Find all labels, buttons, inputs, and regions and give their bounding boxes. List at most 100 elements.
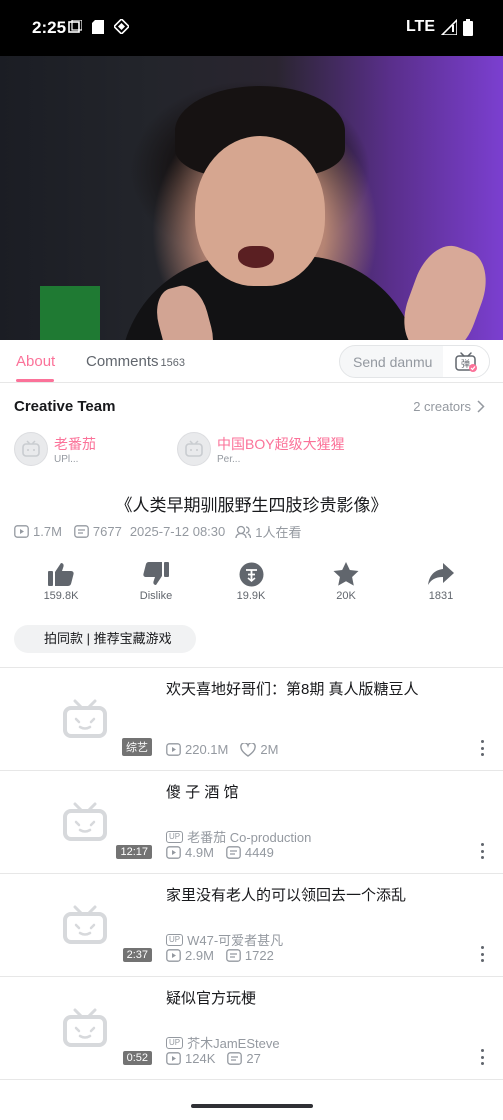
view-count: 4.9M	[185, 845, 214, 860]
related-video-title: 疑似官方玩梗	[166, 990, 257, 1007]
avatar	[14, 432, 48, 466]
danmaku-count: 7677	[92, 524, 122, 539]
related-video-title: 傻 子 酒 馆	[166, 784, 239, 801]
up-tag-icon: UP	[166, 1036, 184, 1049]
chevron-right-icon	[477, 400, 485, 413]
video-person-mouth	[238, 246, 274, 268]
action-row: 159.8K Dislike 19.9K 20K 1831	[0, 560, 503, 608]
related-video-item[interactable]: 2:37 家里没有老人的可以领回去一个添乱 UP W47-可爱者甚凡 2.9M …	[0, 874, 503, 977]
favorite-count: 20K	[336, 590, 356, 602]
gesture-nav-bar[interactable]	[191, 1104, 313, 1108]
publish-date: 2025-7-12 08:30	[129, 524, 226, 539]
uploader-name: 老番茄 Co-production	[187, 830, 312, 845]
like-count: 2M	[260, 742, 279, 757]
related-video-stats: 4.9M 4449	[166, 845, 274, 860]
thumbs-down-icon	[143, 562, 169, 585]
creator-role: UPl...	[54, 454, 79, 465]
uploader-name: W47-可爱者甚凡	[187, 933, 284, 948]
creator-role: Per...	[217, 454, 241, 465]
related-video-item[interactable]: 12:17 傻 子 酒 馆 UP 老番茄 Co-production 4.9M …	[0, 771, 503, 874]
duration-badge: 2:37	[122, 948, 152, 962]
related-video-stats: 220.1M 2M	[166, 742, 278, 757]
sd-card-icon	[92, 19, 104, 34]
coin-icon	[239, 562, 263, 586]
watching-count: 1人在看	[255, 525, 302, 540]
related-video-uploader[interactable]: UP W47-可爱者甚凡	[166, 930, 283, 949]
tab-active-indicator	[16, 379, 54, 382]
screen-icon	[68, 19, 82, 33]
placeholder-tv-icon	[63, 905, 107, 944]
heart-icon	[240, 742, 257, 757]
related-video-item[interactable]: 综艺 欢天喜地好哥们：第8期 真人版糖豆人 220.1M 2M	[0, 668, 503, 771]
danmu-tv-icon: 弹	[455, 351, 477, 372]
danmu-toggle-button[interactable]: 弹	[443, 346, 489, 377]
video-thumbnail[interactable]: 2:37	[14, 884, 156, 966]
danmaku-icon	[74, 525, 89, 538]
star-icon	[333, 561, 359, 586]
video-thumbnail[interactable]: 综艺	[14, 678, 156, 760]
share-button[interactable]: 1831	[401, 560, 481, 602]
signal-icon	[441, 19, 457, 35]
up-tag-icon: UP	[166, 830, 184, 843]
creative-team-title: Creative Team	[14, 398, 116, 415]
svg-text:弹: 弹	[461, 358, 470, 370]
duration-badge: 0:52	[122, 1051, 152, 1065]
battery-icon	[463, 18, 473, 36]
favorite-button[interactable]: 20K	[306, 560, 386, 602]
like-button[interactable]: 159.8K	[21, 560, 101, 602]
video-player[interactable]	[0, 56, 503, 340]
creators-count-link[interactable]: 2 creators	[413, 399, 485, 414]
play-count-icon	[166, 743, 181, 756]
play-count-icon	[166, 846, 181, 859]
related-video-stats: 2.9M 1722	[166, 948, 274, 963]
view-count: 124K	[185, 1051, 216, 1066]
related-video-uploader[interactable]: UP 芥木JamESteve	[166, 1033, 280, 1052]
danmaku-count: 27	[246, 1051, 261, 1066]
related-video-uploader[interactable]: UP 老番茄 Co-production	[166, 827, 311, 846]
tab-comments[interactable]: Comments 1563	[86, 353, 185, 370]
danmaku-icon	[227, 1052, 243, 1065]
more-options-icon[interactable]	[479, 946, 485, 962]
placeholder-tv-icon	[63, 802, 107, 841]
comments-count: 1563	[160, 357, 186, 369]
placeholder-tv-icon	[63, 699, 107, 738]
video-title[interactable]: 《人类早期驯服野生四肢珍贵影像》	[0, 491, 503, 516]
creators-count-label: 2 creators	[413, 399, 471, 414]
play-count-icon	[166, 949, 181, 962]
tab-bar: About Comments 1563 Send danmu 弹	[0, 340, 503, 383]
thumbnail-badge: 综艺	[122, 738, 152, 756]
placeholder-tv-icon	[63, 1008, 107, 1047]
video-thumbnail[interactable]: 12:17	[14, 781, 156, 863]
tab-about[interactable]: About	[16, 353, 55, 370]
more-options-icon[interactable]	[479, 1049, 485, 1065]
status-time: 2:25	[32, 18, 67, 37]
uploader-name: 芥木JamESteve	[187, 1036, 280, 1051]
related-video-title: 家里没有老人的可以领回去一个添乱	[166, 887, 407, 904]
default-avatar-icon	[22, 440, 40, 457]
danmaku-icon	[226, 846, 241, 859]
watching-people-icon	[235, 525, 252, 538]
video-meta: 1.7M 7677 2025-7-12 08:30 1人在看	[14, 522, 301, 541]
danmaku-icon	[226, 949, 241, 962]
share-icon	[428, 563, 454, 585]
creator-name: 老番茄	[54, 436, 96, 452]
dislike-button[interactable]: Dislike	[116, 560, 196, 602]
more-options-icon[interactable]	[479, 740, 485, 756]
related-video-item[interactable]: 0:52 疑似官方玩梗 UP 芥木JamESteve 124K 27	[0, 977, 503, 1080]
duration-badge: 12:17	[116, 845, 152, 859]
diamond-icon	[114, 19, 129, 34]
coin-button[interactable]: 19.9K	[211, 560, 291, 602]
danmu-input[interactable]: Send danmu 弹	[339, 345, 490, 378]
more-options-icon[interactable]	[479, 843, 485, 859]
tag-chip[interactable]: 拍同款 | 推荐宝藏游戏	[14, 625, 196, 653]
thumbs-up-icon	[48, 563, 74, 586]
play-count-icon	[14, 525, 29, 538]
danmaku-count: 1722	[244, 948, 274, 963]
danmu-placeholder: Send danmu	[353, 354, 433, 370]
video-thumbnail[interactable]: 0:52	[14, 987, 156, 1069]
tab-comments-label: Comments	[86, 353, 159, 370]
related-video-stats: 124K 27	[166, 1051, 261, 1066]
creator-name: 中国BOY超级大猩猩	[217, 436, 345, 452]
up-tag-icon: UP	[166, 933, 184, 946]
view-count: 1.7M	[33, 524, 62, 539]
